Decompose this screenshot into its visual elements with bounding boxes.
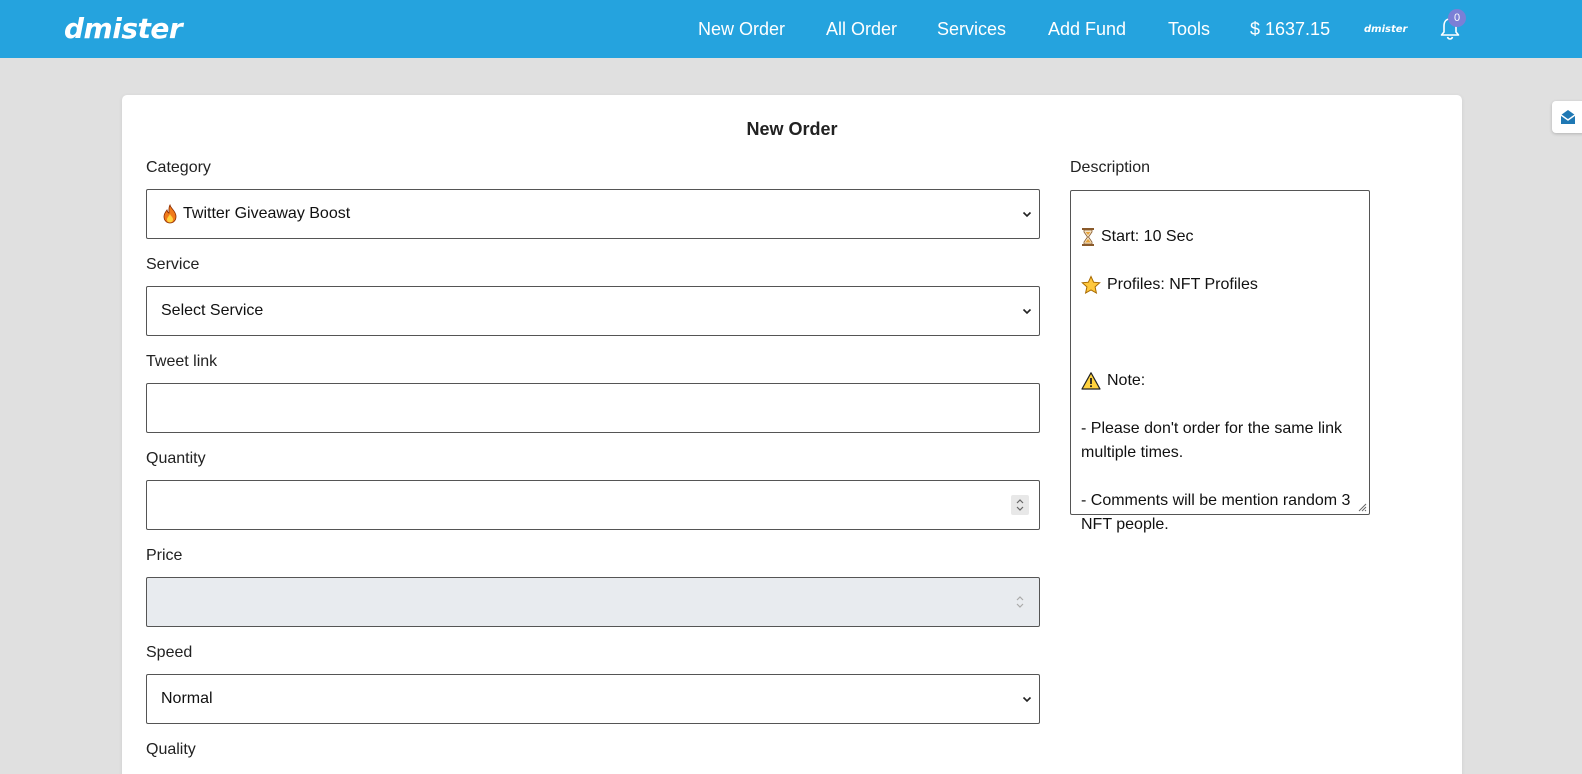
description-blank-line — [1081, 321, 1359, 345]
quality-label: Quality — [146, 741, 196, 758]
description-label: Description — [1070, 159, 1151, 176]
warning-icon — [1081, 372, 1101, 390]
description-start-line: Start: 10 Sec — [1081, 225, 1359, 249]
description-note-line: Note: — [1081, 369, 1359, 393]
category-label: Category — [146, 159, 211, 176]
service-label: Service — [146, 256, 200, 273]
description-note-title: Note: — [1107, 372, 1146, 389]
price-stepper — [1011, 592, 1029, 612]
description-start: Start: 10 Sec — [1101, 228, 1194, 245]
page-title: New Order — [746, 119, 838, 139]
nav-add-fund[interactable]: Add Fund — [1048, 0, 1126, 58]
speed-value: Normal — [161, 690, 213, 707]
category-select[interactable]: Twitter Giveaway Boost — [146, 189, 1040, 239]
fire-icon — [163, 204, 177, 224]
service-value: Select Service — [161, 302, 264, 319]
price-label: Price — [146, 547, 183, 564]
nav-tools[interactable]: Tools — [1168, 0, 1210, 58]
price-input — [146, 577, 1040, 627]
nav-all-order-link[interactable]: All Order — [826, 19, 897, 40]
account-menu[interactable]: dmister — [1364, 0, 1407, 58]
chevron-down-icon — [1022, 211, 1032, 218]
nav-all-order[interactable]: All Order — [826, 0, 897, 58]
top-navbar: dmister New Order All Order Services Add… — [0, 0, 1582, 58]
nav-add-fund-link[interactable]: Add Fund — [1048, 19, 1126, 40]
description-profiles-line: Profiles: NFT Profiles — [1081, 273, 1359, 297]
nav-new-order[interactable]: New Order — [698, 0, 785, 58]
quantity-label: Quantity — [146, 450, 206, 467]
new-order-card: New Order Category Twitter Giveaway Boos… — [122, 95, 1462, 774]
nav-tools-link[interactable]: Tools — [1168, 19, 1210, 40]
account-avatar[interactable]: dmister — [1364, 24, 1407, 35]
quantity-stepper[interactable] — [1011, 495, 1029, 515]
tweet-link-input[interactable] — [146, 383, 1040, 433]
hourglass-icon — [1082, 228, 1094, 246]
category-value: Twitter Giveaway Boost — [183, 205, 351, 222]
envelope-open-icon — [1560, 110, 1576, 124]
balance-amount[interactable]: $ 1637.15 — [1250, 19, 1330, 40]
resize-handle-icon[interactable] — [1355, 500, 1367, 512]
notification-badge: 0 — [1448, 9, 1466, 27]
nav-new-order-link[interactable]: New Order — [698, 19, 785, 40]
speed-label: Speed — [146, 644, 193, 661]
nav-services-link[interactable]: Services — [937, 19, 1006, 40]
description-profiles: Profiles: NFT Profiles — [1107, 276, 1258, 293]
chevron-down-icon — [1022, 308, 1032, 315]
description-note-1: - Please don't order for the same link m… — [1081, 420, 1342, 461]
star-icon — [1081, 275, 1101, 294]
speed-select[interactable]: Normal — [146, 674, 1040, 724]
description-note-2: - Comments will be mention random 3 NFT … — [1081, 492, 1351, 533]
tweet-link-label: Tweet link — [146, 353, 218, 370]
nav-balance[interactable]: $ 1637.15 — [1250, 0, 1330, 58]
brand-logo[interactable]: dmister — [64, 12, 183, 46]
quantity-input[interactable] — [146, 480, 1040, 530]
chevron-down-icon — [1022, 696, 1032, 703]
support-chat-button[interactable] — [1552, 101, 1582, 133]
service-select[interactable]: Select Service — [146, 286, 1040, 336]
description-textarea[interactable]: Start: 10 Sec Profiles: NFT Profiles Not… — [1070, 190, 1370, 533]
nav-services[interactable]: Services — [937, 0, 1006, 58]
